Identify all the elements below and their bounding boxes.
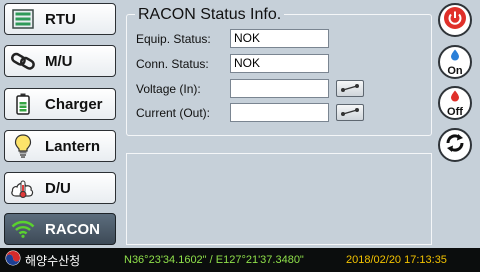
nav-mu-label: M/U [45, 52, 73, 70]
refresh-button[interactable] [438, 128, 472, 162]
off-drop-icon [449, 89, 461, 107]
nav-charger-button[interactable]: Charger [4, 88, 116, 120]
nav-rtu-button[interactable]: RTU [4, 3, 116, 35]
refresh-icon [444, 132, 466, 159]
chain-link-icon [5, 52, 41, 70]
conn-status-label: Conn. Status: [136, 57, 209, 71]
power-button[interactable] [438, 3, 472, 37]
off-button-label: Off [447, 105, 463, 118]
panel-title: RACON Status Info. [135, 6, 285, 24]
current-out-label: Current (Out): [136, 106, 211, 120]
battery-icon [5, 93, 41, 115]
current-probe-button[interactable] [336, 104, 364, 121]
voltage-in-label: Voltage (In): [136, 82, 201, 96]
on-button[interactable]: On [438, 45, 472, 79]
nav-lantern-label: Lantern [45, 137, 101, 155]
nav-lantern-button[interactable]: Lantern [4, 130, 116, 162]
message-panel [126, 153, 432, 245]
equip-status-label: Equip. Status: [136, 32, 211, 46]
nav-charger-label: Charger [45, 95, 103, 113]
wifi-signal-icon [5, 220, 41, 238]
rtu-icon [5, 9, 41, 29]
voltage-in-field [230, 79, 329, 98]
nav-du-label: D/U [45, 179, 71, 197]
org-block: 해양수산청 [0, 250, 124, 271]
voltage-probe-button[interactable] [336, 80, 364, 97]
nav-mu-button[interactable]: M/U [4, 45, 116, 77]
taeguk-emblem-icon [5, 250, 21, 271]
org-name: 해양수산청 [25, 253, 81, 268]
nav-racon-button[interactable]: RACON [4, 213, 116, 245]
power-icon [443, 6, 467, 35]
nav-racon-label: RACON [45, 220, 100, 238]
current-out-field [230, 103, 329, 122]
off-button[interactable]: Off [438, 86, 472, 120]
sidebar-nav: RTU M/U Charger Lantern D/U RACON [0, 0, 122, 248]
lightbulb-icon [5, 134, 41, 158]
conn-status-field: NOK [230, 54, 329, 73]
cloud-thermometer-icon [5, 176, 41, 200]
nav-rtu-label: RTU [45, 10, 76, 28]
status-bar: 해양수산청 N36°23'34.1602" / E127°21'37.3480"… [0, 248, 480, 272]
probe-icon [340, 104, 360, 122]
probe-icon [340, 80, 360, 98]
nav-du-button[interactable]: D/U [4, 172, 116, 204]
gps-coordinates: N36°23'34.1602" / E127°21'37.3480" [124, 254, 304, 266]
on-drop-icon [449, 48, 461, 66]
on-button-label: On [447, 64, 463, 77]
datetime-display: 2018/02/20 17:13:35 [346, 254, 447, 266]
equip-status-field: NOK [230, 29, 329, 48]
